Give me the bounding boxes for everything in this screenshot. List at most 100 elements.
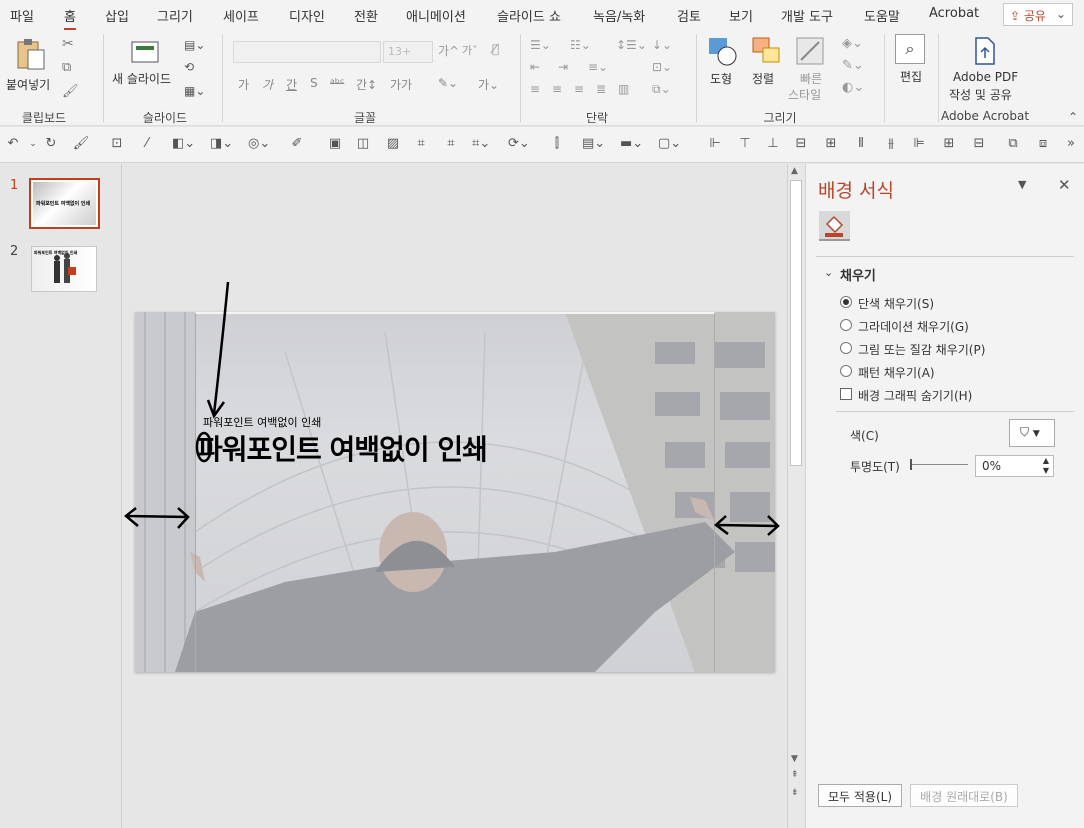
picture-icon[interactable]: ▣ [326, 136, 344, 152]
textbox-icon[interactable]: ⊡ [108, 136, 126, 152]
collapse-ribbon-icon[interactable]: ⌃ [1068, 110, 1078, 124]
distributed-icon[interactable]: ▥ [618, 82, 629, 96]
arrange-button[interactable]: 정렬 [748, 36, 786, 106]
align-left-quick-icon[interactable]: ⊩ [706, 136, 724, 152]
bold-button[interactable]: 가 [238, 76, 249, 93]
scroll-down-icon[interactable]: ▼ [791, 754, 798, 764]
grow-font-icon[interactable]: 가^ [438, 42, 459, 59]
solid-fill-radio[interactable] [840, 296, 852, 308]
tab-developer[interactable]: 개발 도구 [781, 6, 833, 25]
transparency-slider-track[interactable] [910, 464, 968, 465]
brush-icon[interactable]: 🖌 [72, 136, 90, 152]
picture-fill-radio[interactable] [840, 342, 852, 354]
cut-icon[interactable]: ✂ [62, 36, 74, 52]
format-painter-icon[interactable]: 🖌 [62, 84, 79, 99]
case-button[interactable]: 가가 [390, 76, 412, 93]
color-picker-button[interactable]: ⛉ ▼ [1009, 419, 1055, 447]
transparency-slider-thumb[interactable] [910, 459, 912, 470]
tab-slideshow[interactable]: 슬라이드 쇼 [497, 6, 561, 25]
crop-dropdown-icon[interactable]: ⌗⌄ [472, 136, 490, 152]
image-icon[interactable]: ▨ [384, 136, 402, 152]
tab-design[interactable]: 디자인 [289, 6, 325, 25]
crop-icon[interactable]: ⌗ [442, 136, 460, 152]
tab-animations[interactable]: 애니메이션 [406, 6, 466, 25]
format-brush-icon[interactable]: ⁄ [138, 136, 156, 152]
tab-home[interactable]: 홈 [64, 6, 76, 30]
share-button[interactable]: ⇪ 공유 ⌄ [1003, 3, 1073, 26]
fill-tab[interactable] [819, 211, 850, 241]
strikethrough-button[interactable]: ᵃᵇᶜ [330, 76, 344, 90]
align-text-icon[interactable]: ⊡⌄ [652, 60, 672, 74]
gradient-fill-radio[interactable] [840, 319, 852, 331]
tab-review[interactable]: 검토 [677, 6, 701, 25]
more-icon[interactable]: » [1062, 136, 1080, 152]
shape-outline-quick-icon[interactable]: ◨⌄ [210, 136, 233, 152]
justify-icon[interactable]: ≣ [596, 82, 606, 96]
pane-options-icon[interactable]: ▼ [1018, 178, 1026, 191]
tab-safe[interactable]: 세이프 [223, 6, 259, 25]
transparency-input[interactable]: 0% ▲ ▼ [975, 455, 1054, 477]
underline-button[interactable]: 간 [286, 76, 297, 93]
rectangle-icon[interactable]: ▢⌄ [658, 136, 681, 152]
hide-graphics-checkbox[interactable] [840, 388, 852, 400]
align-center-icon[interactable]: ≡ [552, 82, 562, 96]
decrease-indent-icon[interactable]: ⇤ [530, 60, 540, 74]
align-bottom-icon[interactable]: ⊥ [764, 136, 782, 152]
quick-style-button[interactable]: 빠른 스타일 [786, 36, 836, 106]
distribute-v-icon[interactable]: ⫵ [882, 136, 900, 152]
shape-effect-quick-icon[interactable]: ◎⌄ [248, 136, 270, 152]
apply-all-button[interactable]: 모두 적용(L) [818, 784, 902, 807]
columns-icon[interactable]: ≡⌄ [588, 60, 608, 74]
distribute-h-icon[interactable]: ⫴ [852, 136, 870, 152]
size-icon[interactable]: ⫿ [548, 136, 566, 152]
shape-fill-quick-icon[interactable]: ◧⌄ [172, 136, 195, 152]
font-color-icon[interactable]: 가⌄ [478, 76, 499, 93]
new-slide-button[interactable]: 새 슬라이드 [112, 36, 182, 106]
slide-thumbnail-1[interactable]: 파워포인트 여백없이 인쇄 [29, 178, 100, 229]
scroll-thumb[interactable] [790, 180, 802, 466]
tab-acrobat[interactable]: Acrobat [929, 6, 979, 21]
group-quick-icon[interactable]: ▬⌄ [620, 136, 643, 152]
grid-icon[interactable]: ⊟ [970, 136, 988, 152]
close-icon[interactable]: ✕ [1058, 176, 1071, 194]
align-left-icon[interactable]: ≡ [530, 82, 540, 96]
numbering-icon[interactable]: ☷⌄ [570, 38, 591, 52]
adobe-pdf-button[interactable]: Adobe PDF 작성 및 공유 [944, 34, 1026, 104]
eyedropper-icon[interactable]: ✐ [288, 136, 306, 152]
align-right-icon[interactable]: ≡ [574, 82, 584, 96]
fill-section-label[interactable]: 채우기 [840, 265, 876, 284]
italic-button[interactable]: 가 [262, 76, 273, 93]
align-quick-icon[interactable]: ▤⌄ [582, 136, 605, 152]
slide-thumbnail-2[interactable]: 파워포인트 여백없이 인쇄 [31, 246, 97, 292]
edit-button[interactable]: ⌕ 편집 [892, 34, 930, 104]
align-top-icon[interactable]: ⊤ [736, 136, 754, 152]
crop-select-icon[interactable]: ⌗ [412, 136, 430, 152]
smartart-icon[interactable]: ⧉⌄ [652, 82, 671, 97]
spinner-icon[interactable]: ▲ ▼ [1043, 456, 1049, 476]
font-name-input[interactable] [233, 41, 381, 63]
next-slide-icon[interactable]: ⇟ [791, 788, 799, 798]
vertical-scrollbar[interactable]: ▲ ▼ ⇞ ⇟ [787, 164, 804, 828]
rotate-icon[interactable]: ⟳⌄ [508, 136, 530, 152]
tab-transitions[interactable]: 전환 [354, 6, 378, 25]
shape-effects-icon[interactable]: ◐⌄ [842, 80, 864, 95]
chevron-down-icon[interactable]: ⌄ [824, 266, 833, 279]
compare-icon[interactable]: ◫ [354, 136, 372, 152]
copy-icon[interactable]: ⧉ [62, 60, 71, 75]
pattern-fill-radio[interactable] [840, 365, 852, 377]
align-right-quick-icon[interactable]: ⊫ [910, 136, 928, 152]
tab-help[interactable]: 도움말 [864, 6, 900, 25]
section-icon[interactable]: ▦⌄ [184, 84, 205, 98]
tab-file[interactable]: 파일 [10, 6, 34, 25]
shape-fill-icon[interactable]: ◈⌄ [842, 36, 863, 51]
align-center-quick-icon[interactable]: ⊞ [822, 136, 840, 152]
text-direction-icon[interactable]: ↓⌄ [652, 38, 672, 52]
undo-icon[interactable]: ↶ [4, 136, 22, 152]
tab-view[interactable]: 보기 [729, 6, 753, 25]
shape-outline-icon[interactable]: ✎⌄ [842, 58, 864, 73]
redo-icon[interactable]: ↻ [42, 136, 60, 152]
paste-button[interactable]: 붙여넣기 [6, 36, 52, 106]
previous-slide-icon[interactable]: ⇞ [791, 770, 799, 780]
slide-title[interactable]: 파워포인트 여백없이 인쇄 [197, 428, 488, 468]
shrink-font-icon[interactable]: 가ˇ [462, 42, 478, 58]
